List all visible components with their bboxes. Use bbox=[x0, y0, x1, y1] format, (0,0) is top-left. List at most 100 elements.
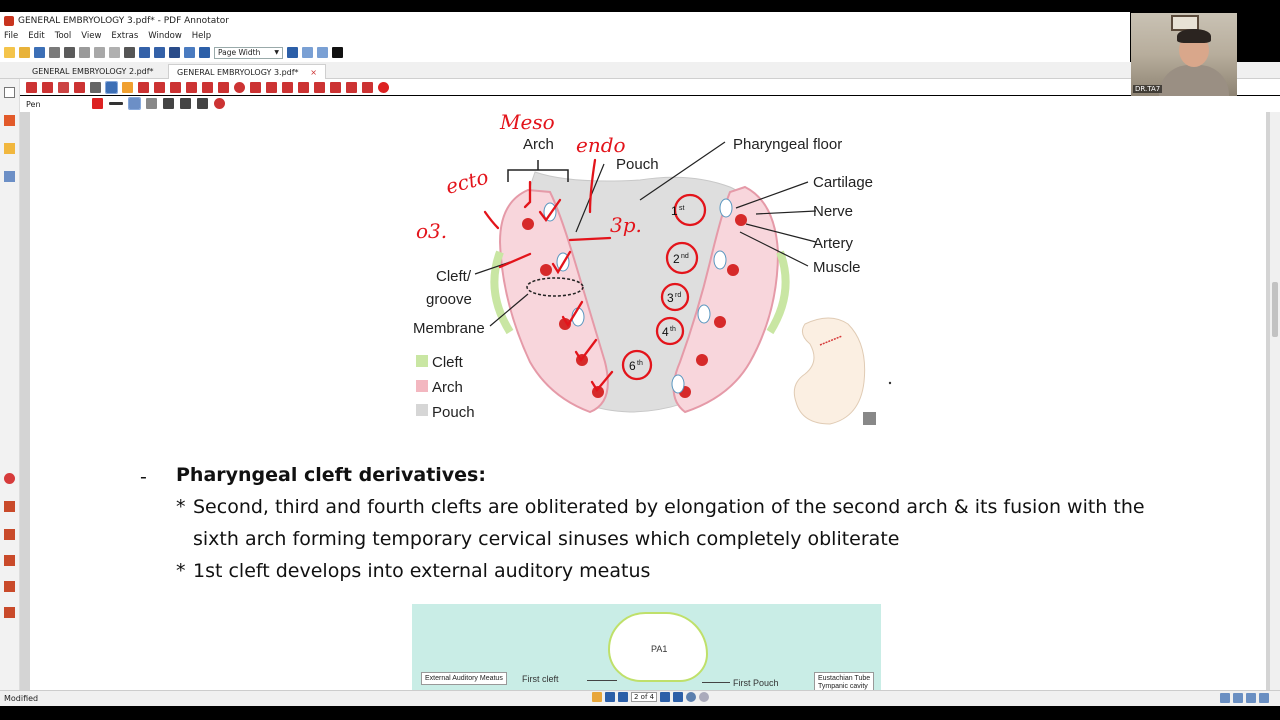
folder-icon[interactable] bbox=[4, 143, 15, 154]
typewriter-icon[interactable] bbox=[154, 81, 165, 93]
camera-icon[interactable] bbox=[314, 81, 325, 93]
line-width-icon[interactable] bbox=[109, 102, 123, 105]
arrow-tool-icon[interactable] bbox=[4, 607, 15, 618]
ear-development-figure: PA1 External Auditory Meatus First cleft… bbox=[412, 604, 881, 690]
pen-icon[interactable] bbox=[4, 115, 15, 126]
bookmark-icon[interactable] bbox=[592, 692, 602, 702]
highlighter-icon[interactable] bbox=[4, 529, 15, 540]
menu-view[interactable]: View bbox=[81, 31, 101, 41]
menu-window[interactable]: Window bbox=[148, 31, 182, 41]
undo-icon[interactable] bbox=[139, 47, 150, 58]
last-page-icon[interactable] bbox=[673, 692, 684, 702]
select-arrow-icon[interactable] bbox=[26, 81, 37, 93]
highlighter-tool-icon[interactable] bbox=[122, 81, 133, 93]
pen-color-icon[interactable] bbox=[92, 98, 103, 109]
ruler-icon[interactable] bbox=[346, 81, 357, 93]
marker-icon[interactable] bbox=[4, 501, 15, 512]
arrow-line-icon[interactable] bbox=[202, 81, 213, 93]
page-number-field[interactable]: 2 of 4 bbox=[631, 692, 658, 702]
image-icon[interactable] bbox=[4, 555, 15, 566]
cartilage-oval bbox=[671, 374, 685, 394]
menu-edit[interactable]: Edit bbox=[28, 31, 44, 41]
font-icon[interactable] bbox=[197, 98, 208, 109]
rectangle-icon[interactable] bbox=[218, 81, 229, 93]
previous-page-icon[interactable] bbox=[618, 692, 628, 702]
find-icon[interactable] bbox=[169, 47, 180, 58]
open-folder-icon[interactable] bbox=[19, 47, 30, 58]
pdf-page[interactable]: Arch Pouch Pharyngeal floor Cartilage Ne… bbox=[30, 112, 1266, 690]
save-icon[interactable] bbox=[34, 47, 45, 58]
lasso-icon[interactable] bbox=[298, 81, 309, 93]
menu-file[interactable]: File bbox=[4, 31, 18, 41]
forward-icon[interactable] bbox=[699, 692, 710, 702]
menu-help[interactable]: Help bbox=[192, 31, 211, 41]
line-icon[interactable] bbox=[186, 81, 197, 93]
embryo-thumbnail bbox=[793, 317, 866, 425]
artery-dot bbox=[735, 214, 747, 226]
stamp-preset-icon[interactable] bbox=[214, 98, 225, 109]
fit-width-icon[interactable] bbox=[301, 47, 313, 58]
fit-page-icon[interactable] bbox=[316, 47, 328, 58]
text-size-icon[interactable] bbox=[180, 98, 191, 109]
label-cleft-groove-1: Cleft/ bbox=[436, 268, 472, 285]
webcam-overlay: DR.TA7 bbox=[1131, 13, 1237, 96]
close-doc-icon[interactable] bbox=[49, 47, 60, 58]
close-tab-icon[interactable]: × bbox=[310, 68, 317, 77]
favorite-heart-icon[interactable] bbox=[378, 81, 389, 93]
print-icon[interactable] bbox=[64, 47, 75, 58]
smooth-line-icon[interactable] bbox=[128, 97, 141, 110]
two-page-continuous-icon[interactable] bbox=[1259, 693, 1269, 703]
fullscreen-icon[interactable] bbox=[331, 47, 343, 58]
tab-general-embryology-3[interactable]: GENERAL EMBRYOLOGY 3.pdf* × bbox=[168, 64, 326, 79]
label-artery: Artery bbox=[813, 235, 854, 252]
single-page-view-icon[interactable] bbox=[1220, 693, 1230, 703]
zoom-select[interactable]: Page Width ▼ bbox=[214, 46, 283, 59]
vertical-scrollbar[interactable] bbox=[1270, 112, 1280, 690]
text-style-icon[interactable] bbox=[163, 98, 174, 109]
link-icon[interactable] bbox=[282, 81, 293, 93]
select-text-icon[interactable] bbox=[42, 81, 53, 93]
attachment-icon[interactable] bbox=[4, 171, 15, 182]
expand-image-icon[interactable] bbox=[863, 412, 876, 425]
polygon-icon[interactable] bbox=[250, 81, 261, 93]
bottom-black-bar bbox=[0, 706, 1280, 720]
menu-extras[interactable]: Extras bbox=[111, 31, 138, 41]
page-thumbnail-icon[interactable] bbox=[4, 87, 15, 98]
ecto-arrow bbox=[483, 210, 500, 230]
artery-dot bbox=[714, 316, 726, 328]
hand-icon[interactable] bbox=[58, 81, 69, 93]
legend-cleft: Cleft bbox=[432, 354, 464, 371]
menu-tool[interactable]: Tool bbox=[55, 31, 72, 41]
pouch-2-sup: nd bbox=[681, 253, 689, 260]
paste-icon[interactable] bbox=[109, 47, 120, 58]
first-page-icon[interactable] bbox=[605, 692, 615, 702]
cut-icon[interactable] bbox=[79, 47, 90, 58]
heart-icon[interactable] bbox=[4, 473, 15, 484]
back-icon[interactable] bbox=[686, 692, 697, 702]
zoom-out-icon[interactable] bbox=[199, 47, 210, 58]
text-box-icon[interactable] bbox=[138, 81, 149, 93]
zoom-in-icon[interactable] bbox=[286, 47, 298, 58]
redo-icon[interactable] bbox=[154, 47, 165, 58]
shape-select-icon[interactable] bbox=[362, 81, 373, 93]
page-layout-icon[interactable] bbox=[184, 47, 195, 58]
stamp-tool-icon[interactable] bbox=[170, 81, 181, 93]
continuous-view-icon[interactable] bbox=[1233, 693, 1243, 703]
label-nerve: Nerve bbox=[813, 203, 853, 220]
two-page-view-icon[interactable] bbox=[1246, 693, 1256, 703]
stray-dot bbox=[888, 381, 892, 385]
delete-icon[interactable] bbox=[124, 47, 135, 58]
new-file-icon[interactable] bbox=[4, 47, 15, 58]
next-page-icon[interactable] bbox=[660, 692, 671, 702]
ellipse-icon[interactable] bbox=[234, 81, 245, 93]
magnifier-icon[interactable] bbox=[90, 81, 101, 93]
eraser-icon[interactable] bbox=[74, 81, 85, 93]
stamp-icon[interactable] bbox=[4, 581, 15, 592]
tab-general-embryology-2[interactable]: GENERAL EMBRYOLOGY 2.pdf* bbox=[24, 64, 162, 79]
copy-icon[interactable] bbox=[94, 47, 105, 58]
pressure-icon[interactable] bbox=[146, 98, 157, 109]
scrollbar-thumb[interactable] bbox=[1272, 282, 1278, 337]
crop-icon[interactable] bbox=[330, 81, 341, 93]
image-insert-icon[interactable] bbox=[266, 81, 277, 93]
pen-tool-icon[interactable] bbox=[105, 80, 118, 94]
